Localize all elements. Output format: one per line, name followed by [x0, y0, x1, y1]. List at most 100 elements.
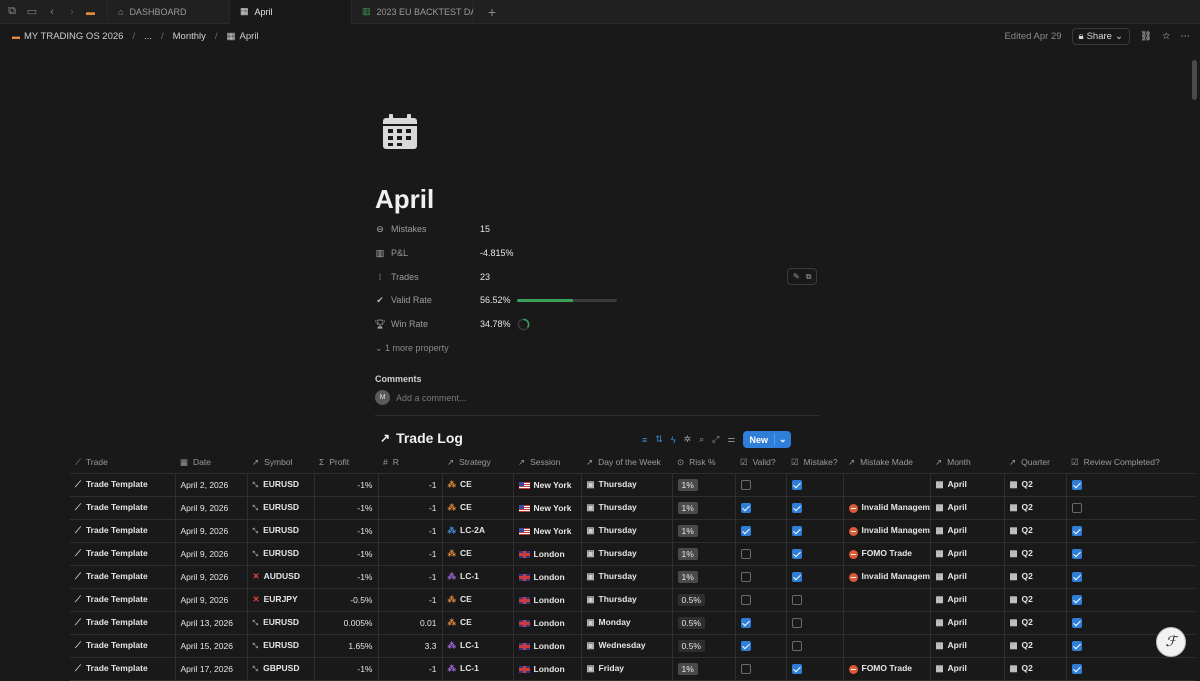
profit-cell[interactable]: -1%	[314, 565, 379, 589]
table-row[interactable]: ⟋ Trade Template April 9, 2026 ✕ AUDUSD -1% -1…	[70, 565, 1195, 589]
calendar-icon[interactable]	[381, 113, 419, 151]
review-checkbox[interactable]	[1071, 663, 1082, 674]
risk-cell[interactable]: 0.5%	[672, 611, 736, 635]
strategy-cell[interactable]: ⁂ CE	[442, 496, 514, 520]
day-cell[interactable]: ▣ Thursday	[581, 473, 673, 497]
property-mistakes[interactable]: ⊖ Mistakes 15	[375, 219, 490, 239]
forward-icon[interactable]: ›	[64, 4, 80, 20]
mistake-cell[interactable]	[786, 565, 844, 589]
month-cell[interactable]: ▦ April	[930, 588, 1005, 612]
review-checkbox[interactable]	[1071, 594, 1082, 605]
new-button[interactable]: New ⌄	[743, 431, 791, 448]
trade-cell[interactable]: ⟋ Trade Template	[70, 565, 176, 589]
symbol-cell[interactable]: ⤡ EURUSD	[247, 473, 315, 497]
trade-cell[interactable]: ⟋ Trade Template	[70, 657, 176, 681]
month-cell[interactable]: ▦ April	[930, 496, 1005, 520]
date-cell[interactable]: April 9, 2026	[175, 542, 248, 566]
mistake-made-cell[interactable]: Invalid Managem	[843, 519, 931, 543]
profit-cell[interactable]: -1%	[314, 519, 379, 543]
tab-april[interactable]: ▦ April	[230, 0, 352, 24]
mistake-cell[interactable]	[786, 634, 844, 658]
review-checkbox[interactable]	[1071, 571, 1082, 582]
help-assistant-button[interactable]: ℱ	[1156, 627, 1186, 657]
strategy-cell[interactable]: ⁂ CE	[442, 588, 514, 612]
date-cell[interactable]: April 2, 2026	[175, 473, 248, 497]
page-title[interactable]: April	[375, 184, 434, 215]
strategy-cell[interactable]: ⁂ CE	[442, 473, 514, 497]
date-cell[interactable]: April 17, 2026	[175, 657, 248, 681]
month-cell[interactable]: ▦ April	[930, 473, 1005, 497]
month-cell[interactable]: ▦ April	[930, 611, 1005, 635]
search-icon[interactable]: ⌕	[699, 434, 704, 445]
month-cell[interactable]: ▦ April	[930, 657, 1005, 681]
quarter-cell[interactable]: ▦ Q2	[1004, 542, 1067, 566]
date-cell[interactable]: April 9, 2026	[175, 496, 248, 520]
symbol-cell[interactable]: ✕ AUDUSD	[247, 565, 315, 589]
risk-cell[interactable]: 0.5%	[672, 588, 736, 612]
mistake-checkbox[interactable]	[791, 479, 802, 490]
valid-cell[interactable]	[735, 588, 787, 612]
day-cell[interactable]: ▣ Monday	[581, 611, 673, 635]
month-cell[interactable]: ▦ April	[930, 519, 1005, 543]
edit-icon[interactable]: ✎	[793, 272, 800, 281]
valid-cell[interactable]	[735, 519, 787, 543]
comment-input-row[interactable]: M Add a comment...	[375, 390, 467, 405]
tab-dashboard[interactable]: ⌂ DASHBOARD	[108, 0, 230, 24]
valid-cell[interactable]	[735, 611, 787, 635]
column-header-r[interactable]: # R	[378, 452, 442, 474]
profit-cell[interactable]: 1.65%	[314, 634, 379, 658]
table-row[interactable]: ⟋ Trade Template April 13, 2026 ⤡ EURUSD 0.00…	[70, 611, 1195, 635]
review-checkbox[interactable]	[1071, 525, 1082, 536]
column-header-risk[interactable]: ⊙ Risk %	[672, 452, 735, 474]
more-properties-toggle[interactable]: ⌄ 1 more property	[375, 343, 449, 354]
quarter-cell[interactable]: ▦ Q2	[1004, 519, 1067, 543]
valid-checkbox[interactable]	[740, 502, 751, 513]
trade-cell[interactable]: ⟋ Trade Template	[70, 588, 176, 612]
profit-cell[interactable]: -1%	[314, 473, 379, 497]
share-button[interactable]: 🔒︎ Share ⌄	[1071, 27, 1130, 45]
session-cell[interactable]: London	[513, 565, 582, 589]
day-cell[interactable]: ▣ Thursday	[581, 519, 673, 543]
property-trades[interactable]: ⁝ Trades 23	[375, 267, 490, 287]
mistake-cell[interactable]	[786, 519, 844, 543]
r-cell[interactable]: -1	[378, 657, 443, 681]
risk-cell[interactable]: 1%	[672, 657, 736, 681]
valid-checkbox[interactable]	[740, 663, 751, 674]
symbol-cell[interactable]: ⤡ EURUSD	[247, 634, 315, 658]
trade-cell[interactable]: ⟋ Trade Template	[70, 542, 176, 566]
session-cell[interactable]: London	[513, 611, 582, 635]
filter-icon[interactable]: ≡	[642, 435, 647, 445]
quarter-cell[interactable]: ▦ Q2	[1004, 588, 1067, 612]
column-header-strategy[interactable]: ↗ Strategy	[442, 452, 513, 474]
review-checkbox[interactable]	[1071, 640, 1082, 651]
date-cell[interactable]: April 15, 2026	[175, 634, 248, 658]
automation-icon[interactable]: ϟ	[671, 435, 676, 445]
date-cell[interactable]: April 9, 2026	[175, 519, 248, 543]
valid-checkbox[interactable]	[740, 525, 751, 536]
review-cell[interactable]	[1066, 473, 1195, 497]
trade-cell[interactable]: ⟋ Trade Template	[70, 519, 176, 543]
property-valid-rate[interactable]: ✔ Valid Rate 56.52%	[375, 290, 617, 310]
mistake-made-cell[interactable]	[843, 634, 931, 658]
breadcrumb-workspace[interactable]: MY TRADING OS 2026	[24, 31, 123, 42]
breadcrumb-monthly[interactable]: Monthly	[173, 31, 206, 42]
table-row[interactable]: ⟋ Trade Template April 17, 2026 ⤡ GBPUSD -1% -…	[70, 657, 1195, 681]
symbol-cell[interactable]: ⤡ EURUSD	[247, 519, 315, 543]
month-cell[interactable]: ▦ April	[930, 542, 1005, 566]
chevron-down-icon[interactable]: ⌄	[773, 434, 791, 445]
mistake-made-cell[interactable]: Invalid Managem	[843, 496, 931, 520]
session-cell[interactable]: London	[513, 634, 582, 658]
r-cell[interactable]: -1	[378, 519, 443, 543]
mistake-cell[interactable]	[786, 542, 844, 566]
mistake-made-cell[interactable]	[843, 611, 931, 635]
risk-cell[interactable]: 1%	[672, 473, 736, 497]
profit-cell[interactable]: -1%	[314, 496, 379, 520]
column-header-profit[interactable]: Σ Profit	[314, 452, 378, 474]
profit-cell[interactable]: 0.005%	[314, 611, 379, 635]
strategy-cell[interactable]: ⁂ LC-2A	[442, 519, 514, 543]
r-cell[interactable]: -1	[378, 588, 443, 612]
column-header-symbol[interactable]: ↗ Symbol	[247, 452, 314, 474]
valid-checkbox[interactable]	[740, 571, 751, 582]
link-icon[interactable]: ⛓	[1140, 31, 1152, 42]
copy-icon[interactable]: ⧉	[806, 272, 812, 282]
